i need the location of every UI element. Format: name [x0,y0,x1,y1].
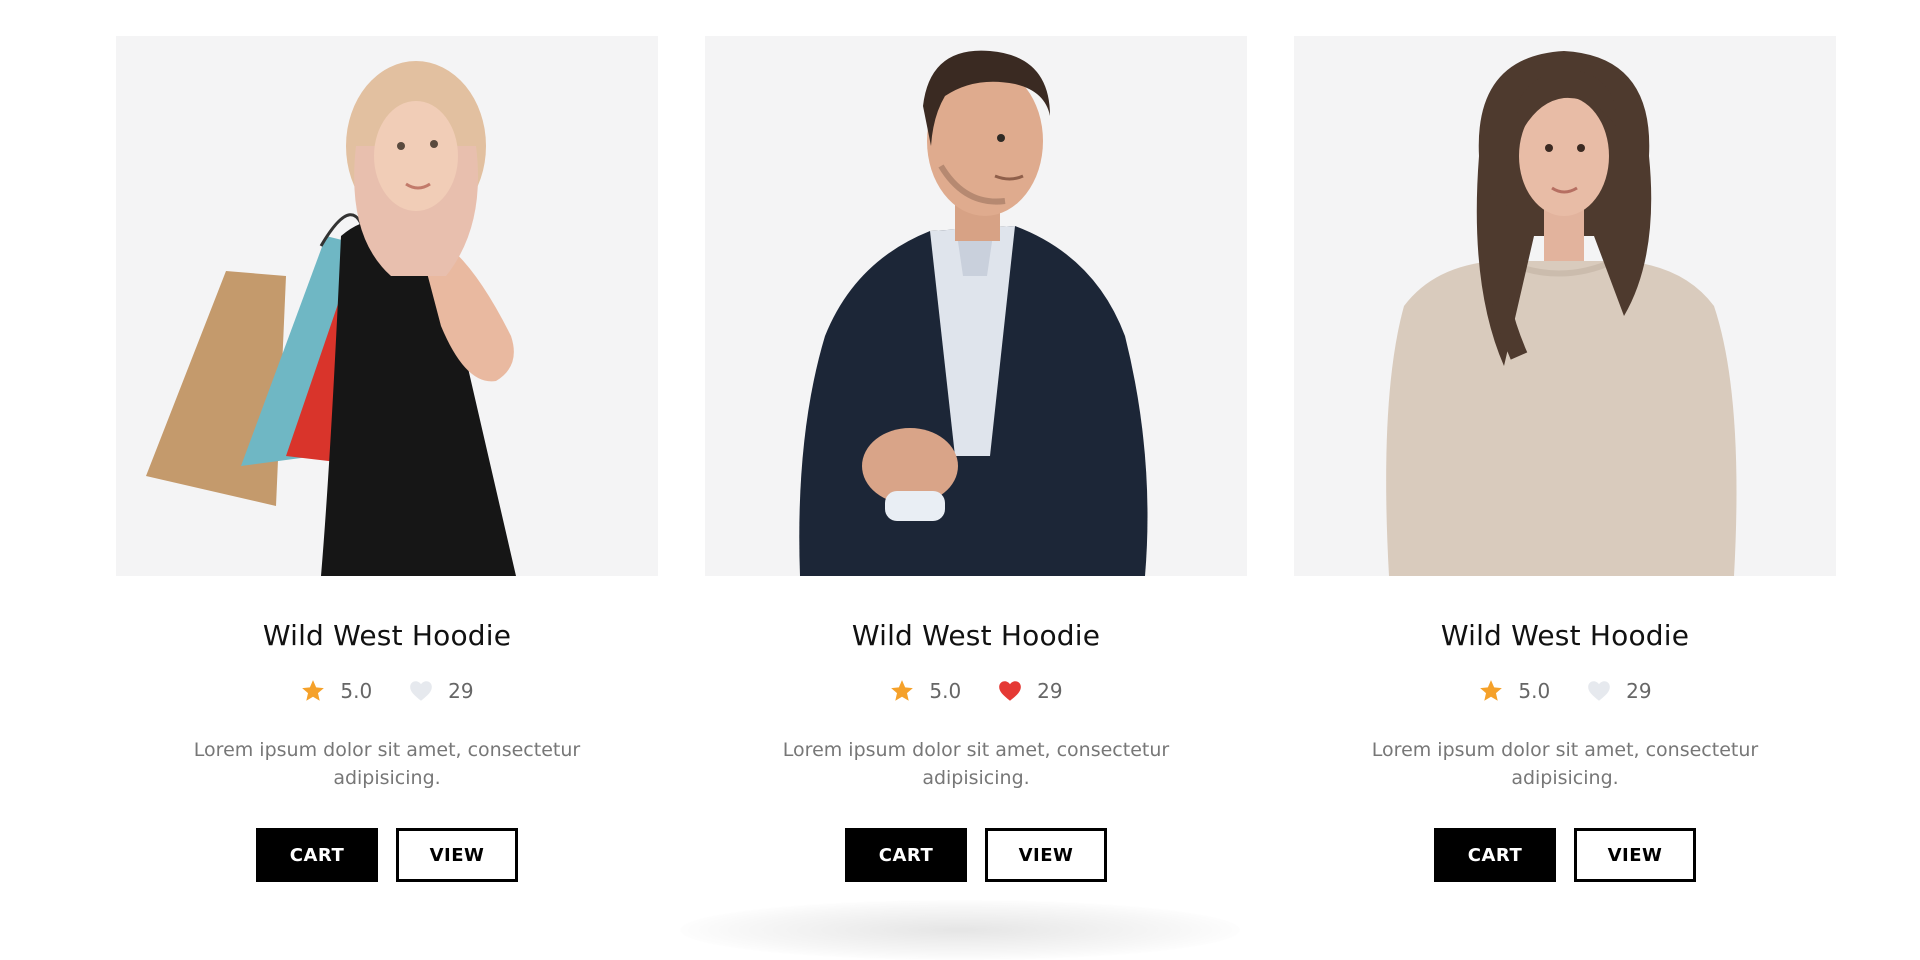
product-meta: 5.0 29 [116,674,658,708]
product-actions: CART VIEW [1294,828,1836,882]
product-image[interactable] [705,36,1247,576]
rating-value: 5.0 [1518,679,1551,703]
rating-group: 5.0 [300,678,372,704]
product-meta: 5.0 29 [705,674,1247,708]
likes-group: 29 [408,678,474,704]
product-card: Wild West Hoodie 5.0 29 Lorem ipsum dolo… [705,36,1247,926]
product-title[interactable]: Wild West Hoodie [705,618,1247,654]
product-grid: Wild West Hoodie 5.0 29 Lorem ipsum dolo… [116,36,1836,926]
rating-group: 5.0 [889,678,961,704]
product-actions: CART VIEW [705,828,1247,882]
product-title[interactable]: Wild West Hoodie [116,618,658,654]
cart-button[interactable]: CART [1434,828,1556,882]
rating-group: 5.0 [1478,678,1550,704]
likes-group: 29 [1586,678,1652,704]
likes-count: 29 [1626,679,1652,703]
likes-count: 29 [1037,679,1063,703]
likes-group: 29 [997,678,1063,704]
product-description: Lorem ipsum dolor sit amet, consectetur … [193,739,581,789]
product-card: Wild West Hoodie 5.0 29 Lorem ipsum dolo… [116,36,658,926]
view-button[interactable]: VIEW [1574,828,1696,882]
heart-icon[interactable] [408,678,434,704]
product-meta: 5.0 29 [1294,674,1836,708]
heart-icon[interactable] [997,678,1023,704]
star-icon [300,678,326,704]
product-image[interactable] [1294,36,1836,576]
product-image[interactable] [116,36,658,576]
rating-value: 5.0 [340,679,373,703]
view-button[interactable]: VIEW [985,828,1107,882]
product-description: Lorem ipsum dolor sit amet, consectetur … [782,739,1170,789]
product-title[interactable]: Wild West Hoodie [1294,618,1836,654]
cart-button[interactable]: CART [845,828,967,882]
rating-value: 5.0 [929,679,962,703]
product-actions: CART VIEW [116,828,658,882]
view-button[interactable]: VIEW [396,828,518,882]
product-description: Lorem ipsum dolor sit amet, consectetur … [1371,739,1759,789]
star-icon [889,678,915,704]
cart-button[interactable]: CART [256,828,378,882]
heart-icon[interactable] [1586,678,1612,704]
product-card: Wild West Hoodie 5.0 29 Lorem ipsum dolo… [1294,36,1836,926]
star-icon [1478,678,1504,704]
likes-count: 29 [448,679,474,703]
